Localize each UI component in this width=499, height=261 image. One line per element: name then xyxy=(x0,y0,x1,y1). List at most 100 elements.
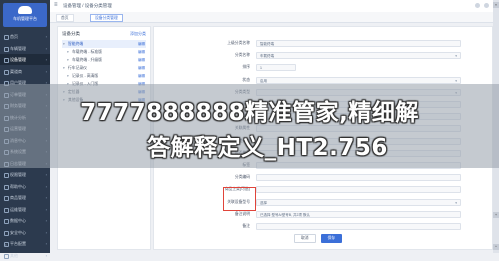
form-input[interactable] xyxy=(256,223,461,230)
form-input[interactable]: 智能终端 xyxy=(256,40,461,47)
chevron-right-icon: › xyxy=(45,34,47,39)
form-value: 智能终端 xyxy=(260,42,274,46)
sidebar-item[interactable]: 渠道商 › xyxy=(0,66,50,77)
sidebar-item[interactable]: 帮助中心 › xyxy=(0,181,50,192)
add-category-button[interactable]: 添加分类 xyxy=(130,31,146,37)
sidebar-item-label: 其他 xyxy=(10,252,18,258)
tab[interactable]: 设备分类管理 xyxy=(90,14,123,22)
sidebar-item[interactable]: 数据中心 › xyxy=(0,215,50,226)
form-value: 已选择 型号A/型号B, 共2项 默认 xyxy=(260,212,310,217)
sidebar-item-label: 安全中心 xyxy=(10,229,26,235)
save-button[interactable]: 保存 xyxy=(320,234,343,243)
expand-icon[interactable]: » xyxy=(493,2,499,8)
sidebar-item-label: 帮助中心 xyxy=(10,183,26,189)
form-select[interactable]: 车载终端 ▾ xyxy=(256,52,461,60)
tree-node[interactable]: ▾ 记录仪 - 高清版 编辑 xyxy=(62,72,146,80)
menu-item-icon xyxy=(4,69,9,75)
sidebar-item-label: 权限管理 xyxy=(10,172,26,177)
notification-icon[interactable] xyxy=(475,3,480,8)
chevron-right-icon: › xyxy=(45,252,47,258)
form-value: 1 xyxy=(260,66,262,71)
chevron-right-icon: › xyxy=(45,229,47,235)
sidebar-item[interactable]: 运维管理 › xyxy=(0,204,50,215)
edit-button[interactable]: 编辑 xyxy=(138,48,145,56)
sidebar-item[interactable]: 商品管理 › xyxy=(0,192,50,203)
scroll-top-icon[interactable]: ^ xyxy=(493,244,499,250)
form-row: 分类编码 xyxy=(154,173,492,182)
form-label: 备注说明 xyxy=(234,211,250,216)
sidebar-item[interactable]: 其他 › xyxy=(0,250,50,261)
sidebar-item[interactable]: 车辆管理 › xyxy=(0,43,50,54)
app-logo[interactable]: 车机管理平台 xyxy=(3,3,47,27)
form-select[interactable]: 选择 ▾ xyxy=(256,198,461,206)
sidebar-item[interactable]: 首页 › xyxy=(0,31,50,42)
form-label: 排序 xyxy=(242,65,250,70)
chevron-down-icon: ▾ xyxy=(63,66,65,70)
chevron-down-icon: ▾ xyxy=(455,78,457,83)
chevron-right-icon: › xyxy=(45,218,47,223)
tree-node[interactable]: ▾ 智能终端 编辑 xyxy=(62,40,146,48)
tree-node[interactable]: ▾ 车载终端 - 标准版 编辑 xyxy=(62,48,146,56)
form-row: 上级分类名称 智能终端 xyxy=(154,39,492,48)
form-select[interactable]: 启用 ▾ xyxy=(256,76,461,84)
sidebar-item[interactable]: 安全中心 › xyxy=(0,227,50,238)
tree-node[interactable]: ▾ 行车记录仪 编辑 xyxy=(62,64,146,72)
sidebar-item-label: 设备管理 xyxy=(10,57,26,62)
edit-button[interactable]: 编辑 xyxy=(138,72,145,80)
form-label: 上级分类名称 xyxy=(227,41,250,45)
chevron-right-icon: › xyxy=(45,206,47,212)
chevron-right-icon: › xyxy=(45,57,47,62)
tree-node-label: 行车记录仪 xyxy=(68,66,87,70)
menu-item-icon xyxy=(4,253,9,259)
tab[interactable]: 首页 xyxy=(56,14,74,22)
edit-button[interactable]: 编辑 xyxy=(138,40,145,48)
menu-item-icon xyxy=(4,46,9,52)
sidebar-item-label: 渠道商 xyxy=(10,68,22,74)
menu-icon[interactable]: ≡ xyxy=(54,2,58,8)
form-input[interactable]: 1 xyxy=(256,64,296,72)
form-row: 关联设备型号 选择 ▾ xyxy=(154,198,492,207)
form-value: 选择 xyxy=(260,200,267,205)
form-label: 分类编码 xyxy=(234,175,250,180)
tree-node-label: 记录仪 - 高清版 xyxy=(72,74,99,78)
banner-line-1: 7777888888精准管家,精细解 xyxy=(80,100,419,126)
menu-item-icon xyxy=(4,184,9,190)
form-value: 车载终端 xyxy=(260,54,274,59)
sidebar-item[interactable]: 权限管理 › xyxy=(0,169,50,180)
chevron-right-icon: › xyxy=(45,195,47,200)
cancel-button[interactable]: 取消 xyxy=(294,234,316,243)
highlight-annotation xyxy=(223,187,256,211)
form-row: 备注说明 已选择 型号A/型号B, 共2项 默认 xyxy=(154,210,492,219)
chevron-right-icon: › xyxy=(45,68,47,74)
form-actions: 取消 保存 xyxy=(294,234,343,243)
sidebar-item-label: 首页 xyxy=(10,34,18,39)
chevron-down-icon: ▾ xyxy=(455,54,457,59)
avatar[interactable] xyxy=(484,3,489,8)
form-input[interactable] xyxy=(256,186,461,194)
logo-text: 车机管理平台 xyxy=(13,16,37,21)
form-input[interactable] xyxy=(256,174,461,182)
form-value: 启用 xyxy=(260,78,267,83)
chevron-down-icon: ▾ xyxy=(67,50,69,54)
chevron-right-icon: › xyxy=(45,183,47,189)
menu-item-icon xyxy=(4,196,9,201)
form-row: 排序 1 xyxy=(154,63,492,72)
chevron-down-icon: ▾ xyxy=(455,200,457,205)
form-label: 备注 xyxy=(242,224,250,228)
menu-item-icon xyxy=(4,219,9,224)
chevron-right-icon: › xyxy=(45,45,47,51)
edit-button[interactable]: 编辑 xyxy=(138,56,145,64)
collapse-icon[interactable]: ≡ xyxy=(4,243,10,249)
zoom-icon[interactable]: + xyxy=(493,212,499,218)
sidebar-item-label: 运维管理 xyxy=(10,206,26,212)
edit-button[interactable]: 编辑 xyxy=(138,64,145,72)
form-input[interactable]: 已选择 型号A/型号B, 共2项 默认 xyxy=(256,210,461,218)
sidebar-item[interactable]: 设备管理 › xyxy=(0,54,50,65)
tree-node[interactable]: ▾ 车载终端 - 升级版 编辑 xyxy=(62,56,146,64)
sidebar-item-label: 数据中心 xyxy=(10,218,26,223)
menu-item-icon xyxy=(4,230,9,236)
car-icon xyxy=(18,6,32,14)
topbar-actions xyxy=(475,3,489,8)
menu-item-icon xyxy=(4,58,9,63)
sidebar-item-label: 平台配置 xyxy=(10,241,26,246)
